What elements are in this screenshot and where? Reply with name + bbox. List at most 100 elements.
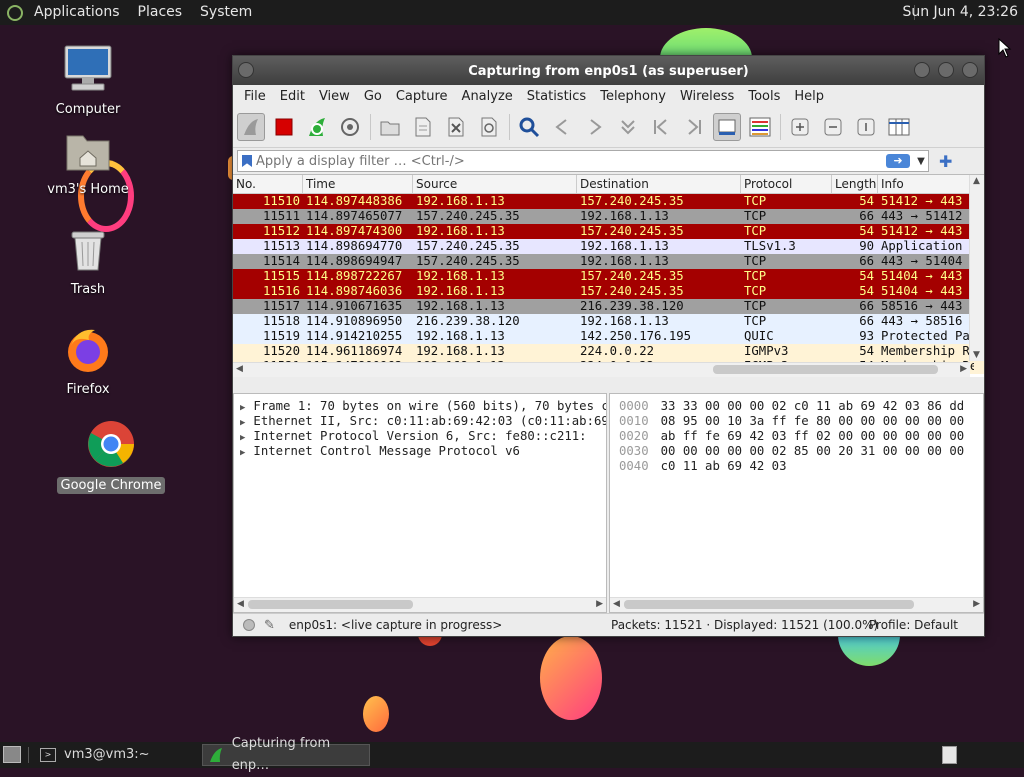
bookmark-icon[interactable] <box>242 155 252 167</box>
autoscroll-button[interactable] <box>713 113 741 141</box>
desktop-icon-firefox[interactable]: Firefox <box>33 326 143 397</box>
first-packet-button[interactable] <box>647 113 675 141</box>
tree-item-frame[interactable]: ▶ Frame 1: 70 bytes on wire (560 bits), 7… <box>234 399 606 414</box>
show-desktop-icon[interactable] <box>3 746 21 763</box>
save-file-button[interactable] <box>409 113 437 141</box>
reload-file-button[interactable] <box>475 113 503 141</box>
packet-row[interactable]: 11511 114.897465077 157.240.245.35 192.168.… <box>233 209 984 224</box>
scroll-left-icon[interactable]: ◀ <box>236 364 243 374</box>
scroll-right-icon[interactable]: ▶ <box>596 599 603 609</box>
packet-row[interactable]: 11519 114.914210255 192.168.1.13 142.250.17… <box>233 329 984 344</box>
normal-size-button[interactable] <box>852 113 880 141</box>
desktop-icon-computer[interactable]: Computer <box>33 44 143 117</box>
minimize-icon[interactable] <box>914 62 930 78</box>
capture-options-button[interactable] <box>336 113 364 141</box>
packet-row[interactable]: 11510 114.897448386 192.168.1.13 157.240.24… <box>233 194 984 209</box>
scroll-up-icon[interactable]: ▲ <box>973 176 980 186</box>
details-hscrollbar[interactable]: ◀ ▶ <box>234 597 606 612</box>
scroll-down-icon[interactable]: ▼ <box>973 350 980 360</box>
clock[interactable]: Sun Jun 4, 23:26 <box>902 0 1018 25</box>
packet-list[interactable]: No. Time Source Destination Protocol Len… <box>233 174 984 377</box>
last-packet-button[interactable] <box>680 113 708 141</box>
packet-row[interactable]: 11520 114.961186974 192.168.1.13 224.0.0.22… <box>233 344 984 359</box>
open-file-button[interactable] <box>376 113 404 141</box>
scroll-left-icon[interactable]: ◀ <box>237 599 244 609</box>
menu-edit[interactable]: Edit <box>273 89 312 104</box>
menu-go[interactable]: Go <box>357 89 389 104</box>
add-filter-button[interactable]: ✚ <box>939 152 952 171</box>
go-to-packet-button[interactable] <box>614 113 642 141</box>
resize-columns-button[interactable] <box>885 113 913 141</box>
packet-list-vscrollbar[interactable]: ▲ ▼ <box>969 175 984 361</box>
chevron-down-icon[interactable]: ▼ <box>914 156 928 167</box>
hex-bytes[interactable]: 33 33 00 00 00 02 c0 11 ab 69 42 03 86 d… <box>661 399 965 413</box>
window-titlebar[interactable]: Capturing from enp0s1 (as superuser) <box>233 56 984 85</box>
find-packet-button[interactable] <box>515 113 543 141</box>
colorize-button[interactable] <box>746 113 774 141</box>
column-header-time[interactable]: Time <box>303 175 413 193</box>
column-header-source[interactable]: Source <box>413 175 577 193</box>
column-header-info[interactable]: Info <box>878 175 974 193</box>
stop-capture-button[interactable] <box>270 113 298 141</box>
packet-row[interactable]: 11518 114.910896950 216.239.38.120 192.168.… <box>233 314 984 329</box>
applications-menu[interactable]: Applications <box>25 0 129 25</box>
maximize-icon[interactable] <box>938 62 954 78</box>
column-header-destination[interactable]: Destination <box>577 175 741 193</box>
scroll-thumb[interactable] <box>713 365 938 374</box>
expand-icon[interactable]: ▶ <box>240 433 245 443</box>
display-filter-field[interactable]: ➜ ▼ <box>237 150 929 172</box>
desktop-icon-trash[interactable]: Trash <box>33 228 143 297</box>
menu-statistics[interactable]: Statistics <box>520 89 593 104</box>
packet-bytes-pane[interactable]: 0000 33 33 00 00 00 02 c0 11 ab 69 42 03 … <box>609 393 984 613</box>
scroll-thumb[interactable] <box>248 600 413 609</box>
expand-icon[interactable]: ▶ <box>240 448 245 458</box>
hex-bytes[interactable]: 08 95 00 10 3a ff fe 80 00 00 00 00 00 0… <box>661 414 965 428</box>
column-header-protocol[interactable]: Protocol <box>741 175 832 193</box>
menu-help[interactable]: Help <box>787 89 831 104</box>
hex-bytes[interactable]: c0 11 ab 69 42 03 <box>661 459 787 473</box>
taskbar-wireshark[interactable]: Capturing from enp… <box>202 736 370 773</box>
packet-row[interactable]: 11515 114.898722267 192.168.1.13 157.240.24… <box>233 269 984 284</box>
packet-list-hscrollbar[interactable]: ◀ ▶ <box>233 362 970 377</box>
system-menu[interactable]: System <box>191 0 261 25</box>
distro-logo-icon[interactable] <box>7 4 23 21</box>
menu-analyze[interactable]: Analyze <box>455 89 520 104</box>
tree-item-ethernet[interactable]: ▶ Ethernet II, Src: c0:11:ab:69:42:03 (c0… <box>234 414 606 429</box>
expert-info-icon[interactable] <box>243 619 255 631</box>
window-menu-icon[interactable] <box>238 62 254 78</box>
packet-row[interactable]: 11514 114.898694947 157.240.245.35 192.168.… <box>233 254 984 269</box>
menu-view[interactable]: View <box>312 89 357 104</box>
menu-capture[interactable]: Capture <box>389 89 455 104</box>
column-header-no[interactable]: No. <box>233 175 303 193</box>
desktop-icon-chrome[interactable]: Google Chrome <box>56 419 166 494</box>
menu-wireless[interactable]: Wireless <box>673 89 741 104</box>
scroll-left-icon[interactable]: ◀ <box>613 599 620 609</box>
hex-bytes[interactable]: 00 00 00 00 00 02 85 00 20 31 00 00 00 0… <box>661 444 965 458</box>
hex-bytes[interactable]: ab ff fe 69 42 03 ff 02 00 00 00 00 00 0… <box>661 429 965 443</box>
column-header-length[interactable]: Length <box>832 175 878 193</box>
start-capture-button[interactable] <box>237 113 265 141</box>
zoom-in-button[interactable] <box>786 113 814 141</box>
packet-row[interactable]: 11517 114.910671635 192.168.1.13 216.239.38… <box>233 299 984 314</box>
tree-item-icmpv6[interactable]: ▶ Internet Control Message Protocol v6 <box>234 444 606 459</box>
places-menu[interactable]: Places <box>129 0 192 25</box>
scroll-thumb[interactable] <box>624 600 914 609</box>
apply-filter-button[interactable]: ➜ <box>886 154 910 168</box>
menu-file[interactable]: File <box>237 89 273 104</box>
status-profile[interactable]: Profile: Default <box>869 618 958 632</box>
display-filter-input[interactable] <box>252 152 886 170</box>
restart-capture-button[interactable] <box>303 113 331 141</box>
workspace-switcher[interactable] <box>942 746 957 764</box>
close-file-button[interactable] <box>442 113 470 141</box>
close-icon[interactable] <box>962 62 978 78</box>
scroll-right-icon[interactable]: ▶ <box>973 599 980 609</box>
menu-telephony[interactable]: Telephony <box>593 89 673 104</box>
packet-row[interactable]: 11516 114.898746036 192.168.1.13 157.240.24… <box>233 284 984 299</box>
packet-row[interactable]: 11513 114.898694770 157.240.245.35 192.168.… <box>233 239 984 254</box>
go-back-button[interactable] <box>548 113 576 141</box>
packet-row[interactable]: 11512 114.897474300 192.168.1.13 157.240.24… <box>233 224 984 239</box>
menu-tools[interactable]: Tools <box>741 89 787 104</box>
scroll-right-icon[interactable]: ▶ <box>960 364 967 374</box>
bytes-hscrollbar[interactable]: ◀ ▶ <box>610 597 983 612</box>
desktop-icon-home[interactable]: vm3's Home <box>33 128 143 197</box>
